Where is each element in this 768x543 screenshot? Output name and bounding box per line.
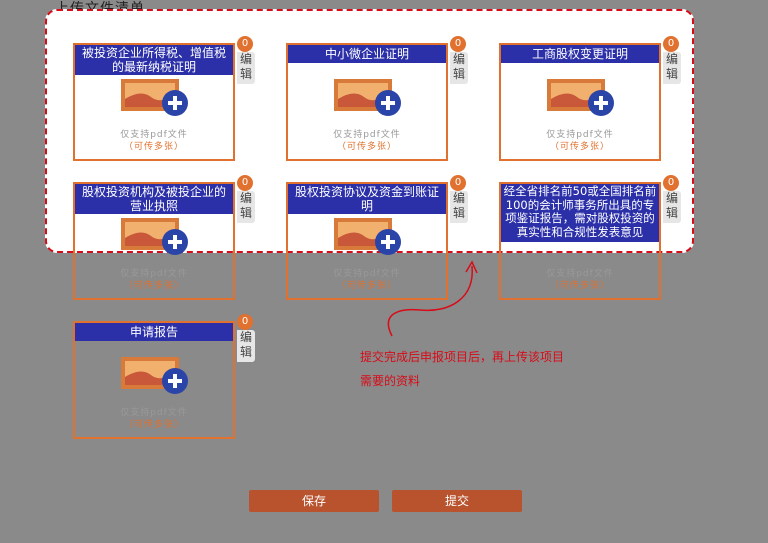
upload-image-icon[interactable] [121, 355, 189, 395]
upload-card-tax-proof[interactable]: 被投资企业所得税、增值税的最新纳税证明 仅支持pdf文件 （可传多张） [73, 43, 235, 161]
upload-card-business-license[interactable]: 股权投资机构及被投企业的营业执照 仅支持pdf文件 （可传多张） [73, 182, 235, 300]
multi-upload-hint: （可传多张） [549, 281, 610, 291]
upload-image-icon[interactable] [334, 77, 402, 117]
count-badge: 0 [450, 175, 466, 191]
multi-upload-hint: （可传多张） [123, 420, 184, 430]
card-title: 股权投资机构及被投企业的营业执照 [75, 184, 233, 214]
multi-upload-hint: （可传多张） [549, 142, 610, 152]
annotation-line-1: 提交完成后申报项目后，再上传该项目 [360, 350, 565, 364]
edit-button[interactable]: 编辑 [450, 191, 468, 223]
upload-image-icon[interactable] [121, 216, 189, 256]
multi-upload-hint: （可传多张） [336, 142, 397, 152]
upload-card-audit-report[interactable]: 经全省排名前50或全国排名前100的会计师事务所出具的专项鉴证报告，需对股权投资… [499, 182, 661, 300]
upload-card-equity-change[interactable]: 工商股权变更证明 仅支持pdf文件 （可传多张） [499, 43, 661, 161]
card-title: 申请报告 [75, 323, 233, 341]
edit-button[interactable]: 编辑 [663, 191, 681, 223]
upload-card-application-report[interactable]: 申请报告 仅支持pdf文件 （可传多张） [73, 321, 235, 439]
count-badge: 0 [450, 36, 466, 52]
upload-image-icon[interactable] [121, 77, 189, 117]
card-title: 中小微企业证明 [288, 45, 446, 63]
submit-button[interactable]: 提交 [392, 490, 522, 512]
upload-card-sme-proof[interactable]: 中小微企业证明 仅支持pdf文件 （可传多张） [286, 43, 448, 161]
count-badge: 0 [237, 314, 253, 330]
count-badge: 0 [663, 175, 679, 191]
edit-button[interactable]: 编辑 [237, 330, 255, 362]
multi-upload-hint: （可传多张） [123, 281, 184, 291]
save-button[interactable]: 保存 [249, 490, 379, 512]
count-badge: 0 [237, 36, 253, 52]
upload-image-icon[interactable] [547, 77, 615, 117]
annotation-line-2: 需要的资料 [360, 374, 421, 388]
card-title: 被投资企业所得税、增值税的最新纳税证明 [75, 45, 233, 75]
edit-button[interactable]: 编辑 [663, 52, 681, 84]
upload-image-icon[interactable] [334, 216, 402, 256]
edit-button[interactable]: 编辑 [237, 191, 255, 223]
annotation-arrow [387, 260, 478, 337]
count-badge: 0 [663, 36, 679, 52]
edit-button[interactable]: 编辑 [450, 52, 468, 84]
card-title: 股权投资协议及资金到账证明 [288, 184, 446, 214]
count-badge: 0 [237, 175, 253, 191]
card-title: 工商股权变更证明 [501, 45, 659, 63]
edit-button[interactable]: 编辑 [237, 52, 255, 84]
card-title: 经全省排名前50或全国排名前100的会计师事务所出具的专项鉴证报告，需对股权投资… [501, 184, 659, 242]
annotation-note: 提交完成后申报项目后，再上传该项目 需要的资料 [360, 345, 564, 393]
multi-upload-hint: （可传多张） [123, 142, 184, 152]
